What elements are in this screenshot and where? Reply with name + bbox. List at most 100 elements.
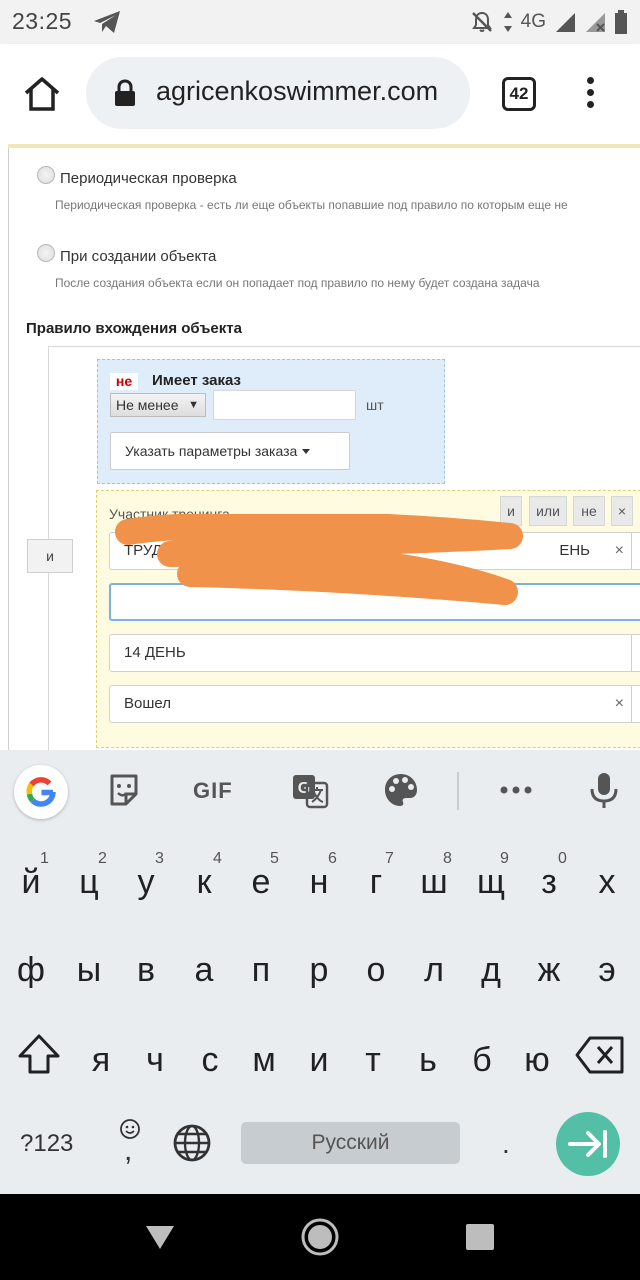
key-э[interactable]: э xyxy=(578,930,636,1000)
keyboard: GIF G й1 ц2 у3 к 4 е 5 н 6 г 7 ш 8 щ 9 з… xyxy=(0,750,640,1194)
status-select[interactable]: Вошел × ▾ xyxy=(109,685,640,723)
key-р[interactable]: р xyxy=(290,930,348,1000)
translate-icon[interactable]: G xyxy=(290,770,330,810)
key-х[interactable]: х xyxy=(578,842,636,912)
key-б[interactable]: б xyxy=(453,1020,511,1090)
tabs-icon[interactable]: 42 xyxy=(502,77,536,111)
home-nav-icon[interactable] xyxy=(300,1217,340,1257)
shift-icon[interactable] xyxy=(14,1030,64,1080)
page-border xyxy=(8,144,9,750)
signal-icon xyxy=(556,13,575,32)
key-с[interactable]: с xyxy=(181,1020,239,1090)
order-condition: не Имеет заказ Не менее ▼ шт Указать пар… xyxy=(97,359,445,484)
mic-icon[interactable] xyxy=(584,770,624,810)
data-arrows-icon xyxy=(503,12,512,32)
key-ь[interactable]: ь xyxy=(399,1020,457,1090)
battery-icon xyxy=(615,10,627,34)
min-select[interactable]: Не менее ▼ xyxy=(110,393,206,417)
radio-periodic-description: Периодическая проверка - есть ли еще объ… xyxy=(55,198,568,212)
comma-label: , xyxy=(124,1134,133,1167)
and-button[interactable]: и xyxy=(27,539,73,573)
radio-periodic-check[interactable] xyxy=(37,166,55,184)
status-time: 23:25 xyxy=(12,8,73,34)
home-icon[interactable] xyxy=(22,74,62,114)
clear-icon[interactable]: × xyxy=(615,533,624,569)
network-type: 4G xyxy=(520,11,546,32)
address-bar[interactable]: agricenkoswimmer.com xyxy=(86,57,470,129)
key-п[interactable]: п xyxy=(232,930,290,1000)
symbols-key[interactable]: ?123 xyxy=(20,1130,73,1158)
status-bar: 23:25 4G xyxy=(0,0,640,44)
key-ф[interactable]: ф xyxy=(2,930,60,1000)
mute-icon xyxy=(471,11,492,32)
key-в[interactable]: в xyxy=(117,930,175,1000)
menu-icon[interactable] xyxy=(582,74,598,114)
redaction-scribble xyxy=(115,514,523,605)
key-н[interactable]: н6 xyxy=(290,842,348,912)
lock-icon xyxy=(115,79,135,106)
key-ы[interactable]: ы xyxy=(60,930,118,1000)
key-ш[interactable]: ш8 xyxy=(405,842,463,912)
key-щ[interactable]: щ9 xyxy=(462,842,520,912)
key-й[interactable]: й1 xyxy=(2,842,60,912)
key-м[interactable]: м xyxy=(235,1020,293,1090)
remove-condition-button[interactable]: × xyxy=(611,496,633,526)
key-е[interactable]: е5 xyxy=(232,842,290,912)
page-top-strip xyxy=(8,144,640,148)
radio-on-create[interactable] xyxy=(37,244,55,262)
status-select-value: Вошел xyxy=(124,695,171,712)
order-params-label: Указать параметры заказа xyxy=(125,443,298,459)
key-л[interactable]: л xyxy=(405,930,463,1000)
recents-icon[interactable] xyxy=(466,1224,494,1250)
key-ю[interactable]: ю xyxy=(508,1020,566,1090)
key-д[interactable]: д xyxy=(462,930,520,1000)
key-у[interactable]: у3 xyxy=(117,842,175,912)
radio-periodic-label: Периодическая проверка xyxy=(60,170,237,187)
signal-no-data-icon xyxy=(586,13,605,32)
key-а[interactable]: а xyxy=(175,930,233,1000)
radio-on-create-label: При создании объекта xyxy=(60,248,217,265)
day-select[interactable]: 14 ДЕНЬ ▾ xyxy=(109,634,640,672)
negation-badge[interactable]: не xyxy=(110,373,138,390)
radio-on-create-description: После создания объекта если он попадает … xyxy=(55,276,540,290)
logic-not-button[interactable]: не xyxy=(573,496,605,526)
status-icons: 4G xyxy=(469,8,628,36)
more-icon[interactable] xyxy=(496,770,536,810)
gif-button[interactable]: GIF xyxy=(193,778,233,804)
key-о[interactable]: о xyxy=(347,930,405,1000)
navigation-bar xyxy=(0,1194,640,1280)
logic-or-button[interactable]: или xyxy=(529,496,567,526)
key-я[interactable]: я xyxy=(72,1020,130,1090)
sticker-icon[interactable] xyxy=(104,770,144,810)
training-select-suffix: ЕНЬ xyxy=(559,542,590,559)
select-arrow-icon: ▼ xyxy=(188,399,199,411)
period-key[interactable]: . xyxy=(502,1128,510,1160)
key-ч[interactable]: ч xyxy=(126,1020,184,1090)
enter-key[interactable] xyxy=(556,1112,620,1176)
google-button[interactable] xyxy=(14,765,68,819)
key-т[interactable]: т xyxy=(344,1020,402,1090)
key-з[interactable]: з0 xyxy=(520,842,578,912)
key-ж[interactable]: ж xyxy=(520,930,578,1000)
palette-icon[interactable] xyxy=(381,770,421,810)
day-select-value: 14 ДЕНЬ xyxy=(124,644,186,661)
caret-down-icon xyxy=(302,449,311,454)
telegram-icon xyxy=(94,11,120,33)
clear-icon[interactable]: × xyxy=(615,686,624,722)
key-и[interactable]: и xyxy=(290,1020,348,1090)
key-ц[interactable]: ц2 xyxy=(60,842,118,912)
select-divider xyxy=(631,686,632,722)
unit-label: шт xyxy=(366,397,384,413)
globe-icon[interactable] xyxy=(172,1123,212,1163)
order-params-button[interactable]: Указать параметры заказа xyxy=(110,432,350,470)
backspace-icon[interactable] xyxy=(574,1032,626,1078)
space-key[interactable]: Русский xyxy=(241,1122,460,1164)
quantity-input[interactable] xyxy=(213,390,356,420)
key-к[interactable]: к4 xyxy=(175,842,233,912)
toolbar-divider xyxy=(457,772,459,810)
screen: 23:25 4G agricenkoswimmer.com 42 Периоди… xyxy=(0,0,640,1280)
tab-next-icon xyxy=(568,1130,607,1158)
key-г[interactable]: г7 xyxy=(347,842,405,912)
comma-key[interactable]: , xyxy=(116,1118,144,1168)
back-icon[interactable] xyxy=(145,1224,175,1250)
